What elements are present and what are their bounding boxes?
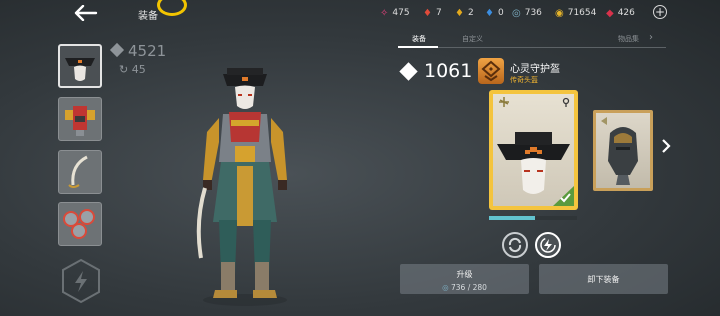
resource-coin[interactable]: ◉ 71654 xyxy=(555,8,596,18)
upgrade-cost: ◎ 736 / 280 xyxy=(400,283,529,292)
character-level: ↻ 45 xyxy=(119,63,146,76)
character-power: 4521 xyxy=(109,42,167,60)
armor-thumbnail-icon xyxy=(65,106,95,136)
resource-value: 426 xyxy=(617,8,635,18)
resource-value: 736 xyxy=(524,8,542,18)
locked-ability-slot[interactable] xyxy=(60,258,102,304)
resource-value: 0 xyxy=(497,8,504,18)
coin-icon: ◉ xyxy=(555,7,564,19)
throwing-weapon-thumbnail-icon xyxy=(63,209,95,239)
item-power-value: 1061 xyxy=(424,60,473,82)
knight-helmet-item-icon xyxy=(601,117,638,185)
slot-ranged[interactable] xyxy=(58,202,102,246)
unequip-button[interactable]: 卸下装备 xyxy=(539,264,668,294)
back-arrow-icon[interactable] xyxy=(70,2,102,24)
shadow-orb-cost-icon: ◎ xyxy=(442,283,451,292)
tab-divider xyxy=(438,47,666,48)
equipped-item-card-art xyxy=(493,94,574,206)
upgrade-cost-value: 736 / 280 xyxy=(451,283,487,292)
tab-equipment[interactable]: 装备 xyxy=(412,34,426,44)
upgrade-progress-fill xyxy=(489,216,535,220)
character-level-value: 45 xyxy=(131,63,146,76)
add-currency-button[interactable]: + xyxy=(653,5,667,19)
page-title: 装备 xyxy=(138,11,158,22)
blue-gem-icon: ♦ xyxy=(485,7,494,19)
item-rarity: 传奇头盔 xyxy=(510,76,538,84)
next-item-chevron-icon[interactable] xyxy=(658,136,674,156)
unequip-label: 卸下装备 xyxy=(587,275,620,284)
resource-red-gem[interactable]: ♦ 7 xyxy=(423,8,442,18)
resource-value: 2 xyxy=(467,8,474,18)
character-power-value: 4521 xyxy=(128,42,167,60)
resource-blue-gem[interactable]: ♦ 0 xyxy=(485,8,504,18)
item-power-gem-icon xyxy=(399,61,418,81)
sword-thumbnail-icon xyxy=(68,155,88,188)
helmet-thumbnail-icon xyxy=(65,58,95,81)
item-power: 1061 xyxy=(399,60,473,82)
resource-gold-gem[interactable]: ♦ 2 xyxy=(455,8,474,18)
lightning-icon xyxy=(540,237,556,253)
character-model[interactable] xyxy=(185,62,305,312)
alternate-item-card-art xyxy=(596,113,650,188)
resource-ruby[interactable]: ◆ 426 xyxy=(606,8,635,18)
item-name: 心灵守护盔 xyxy=(510,64,560,75)
helmet-item-icon xyxy=(497,97,574,206)
level-cycle-icon: ↻ xyxy=(119,63,132,76)
red-gem-icon: ♦ xyxy=(423,7,432,19)
lightning-hexagon-icon xyxy=(62,258,100,304)
slot-helmet[interactable] xyxy=(58,44,102,88)
upgrade-label: 升级 xyxy=(456,270,473,279)
resource-value: 71654 xyxy=(567,8,597,18)
legendary-rarity-icon xyxy=(478,58,504,84)
tab-customize[interactable]: 自定义 xyxy=(462,34,483,44)
ruby-icon: ◆ xyxy=(606,7,614,19)
lightning-enchant-button[interactable] xyxy=(535,232,561,258)
pink-gem-icon: ✧ xyxy=(380,7,389,19)
slot-armor[interactable] xyxy=(58,97,102,141)
slot-weapon[interactable] xyxy=(58,150,102,194)
power-gem-icon xyxy=(109,42,125,58)
active-tab-indicator xyxy=(398,46,438,48)
gold-gem-icon: ♦ xyxy=(455,7,464,19)
shadow-enchant-button[interactable] xyxy=(502,232,528,258)
swirl-icon xyxy=(508,237,522,253)
resource-value: 7 xyxy=(435,8,442,18)
shadow-orb-icon: ◎ xyxy=(512,7,521,19)
resource-shadow-orb[interactable]: ◎ 736 xyxy=(512,8,542,18)
resource-pink-gem[interactable]: ✧ 475 xyxy=(380,8,410,18)
tab-item-sets-chevron-icon[interactable]: › xyxy=(649,32,653,43)
upgrade-button[interactable]: 升级 ◎ 736 / 280 xyxy=(400,264,529,294)
tab-item-sets[interactable]: 物品集 xyxy=(618,34,639,44)
resource-value: 475 xyxy=(392,8,410,18)
